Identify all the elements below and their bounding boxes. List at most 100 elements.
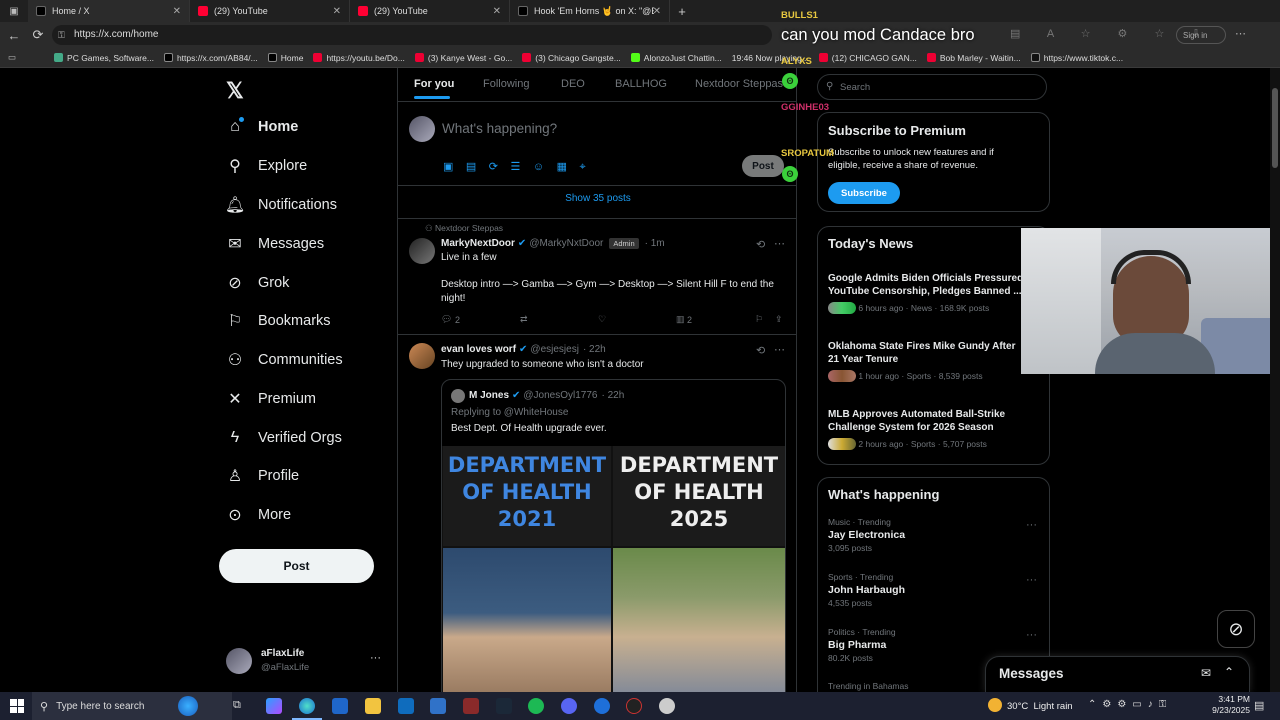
tweet-handle[interactable]: @esjesjesj [530,344,579,355]
like-icon[interactable]: ♡ [598,314,606,325]
url-field[interactable]: ⚿ https://x.com/home [52,25,772,45]
bookmark-item[interactable]: https://www.tiktok.c... [1030,53,1123,63]
meme-image[interactable]: DEPARTMENT OF HEALTH 2021 DEPARTMENT OF … [442,446,785,692]
weather-text[interactable]: 30°C Light rain [1007,701,1073,712]
steam-icon[interactable] [496,698,512,714]
repost-icon[interactable]: ⟲ [756,238,765,251]
search-input[interactable]: Search [840,82,870,93]
app-icon[interactable] [463,698,479,714]
bookmark-item[interactable]: (12) CHICAGO GAN... [818,53,917,63]
retweet-icon[interactable]: ⇄ [520,314,528,325]
clock[interactable]: 3:41 PM 9/23/2025 [1200,694,1250,716]
nav-home[interactable]: ⌂ Home [226,114,298,140]
tweet-handle[interactable]: @MarkyNxtDoor [529,238,603,249]
app-icon[interactable] [594,698,610,714]
tab-following[interactable]: Following [483,78,529,90]
browser-tab[interactable]: (29) YouTube ✕ [190,0,350,22]
tab-ballhog[interactable]: BALLHOG [615,78,667,90]
back-icon[interactable]: ← [2,28,26,43]
browser-tab[interactable]: Hook 'Em Horns 🤘 on X: "@Brick ✕ [510,0,670,22]
compose-message-icon[interactable]: ✉ [1201,666,1211,680]
browser-tab[interactable]: Home / X ✕ [28,0,190,22]
more-icon[interactable]: ··· [1026,519,1037,531]
nav-more[interactable]: ⊙ More [226,502,291,528]
more-icon[interactable]: ··· [1026,574,1037,586]
nav-notifications[interactable]: 🔔︎ Notifications [225,192,337,218]
search-box[interactable]: ⚲ Search [817,74,1047,100]
folder-icon[interactable] [365,698,381,714]
nav-premium[interactable]: ✕ Premium [226,386,316,412]
more-icon[interactable]: ⋯ [774,343,785,356]
close-icon[interactable]: ✕ [333,6,341,17]
browser-tab[interactable]: (29) YouTube ✕ [350,0,510,22]
news-item[interactable]: Google Admits Biden Officials Pressured … [828,272,1028,314]
app-icon[interactable] [430,698,446,714]
system-tray-icons[interactable]: ⌃⚙⚙▭♪⚿ [1088,699,1172,710]
compose-post-button[interactable]: Post [742,155,784,177]
share-icon[interactable]: ⇪ [775,314,783,325]
obs-icon[interactable] [626,698,642,714]
close-icon[interactable]: ✕ [653,6,661,17]
bookmark-folder-icon[interactable]: ▭ [8,52,16,63]
trend-item[interactable]: Sports · Trending John Harbaugh 4,535 post… [828,572,1043,608]
tab-for-you[interactable]: For you [414,78,454,90]
reply-button[interactable]: 💬︎ 2 [441,314,460,325]
nav-communities[interactable]: ⚇ Communities [226,347,343,373]
app-icon[interactable] [659,698,675,714]
nav-profile[interactable]: ♙ Profile [226,463,299,489]
spotify-icon[interactable] [528,698,544,714]
new-tab-button[interactable]: + [670,4,694,19]
signin-button[interactable]: Sign in [1176,26,1226,44]
reload-icon[interactable]: ⟳ [26,27,50,43]
x-logo-icon[interactable]: 𝕏 [226,78,244,104]
page-scrollbar[interactable] [1270,68,1280,692]
subscribe-button[interactable]: Subscribe [828,182,900,204]
tab-deo[interactable]: DEO [561,78,585,90]
bookmark-item[interactable]: Home [267,53,303,63]
close-icon[interactable]: ✕ [173,6,181,17]
close-icon[interactable]: ✕ [493,6,501,17]
views-button[interactable]: ▥ 2 [676,314,692,325]
nav-bookmarks[interactable]: ⚐ Bookmarks [226,308,331,334]
chevron-up-icon[interactable]: ⌃ [1224,665,1234,679]
post-button[interactable]: Post [219,549,374,583]
account-switcher[interactable]: aFlaxLife @aFlaxLife ··· [226,646,386,680]
more-icon[interactable]: ··· [1026,629,1037,641]
nav-messages[interactable]: ✉ Messages [226,231,324,257]
avatar[interactable] [409,343,435,369]
compose-input[interactable]: What's happening? [442,121,557,136]
more-icon[interactable]: ··· [370,652,381,664]
edge-icon[interactable] [299,698,315,714]
discord-icon[interactable] [561,698,577,714]
task-view-icon[interactable]: ⧉ [233,699,249,715]
bookmark-item[interactable]: https://youtu.be/Do... [313,53,405,63]
bookmark-item[interactable]: (3) Kanye West - Go... [414,53,512,63]
repost-icon[interactable]: ⟲ [756,344,765,357]
windows-start-icon[interactable] [10,699,24,713]
news-item[interactable]: Oklahoma State Fires Mike Gundy After 21… [828,340,1028,382]
nav-verified-orgs[interactable]: ϟ Verified Orgs [226,425,342,451]
bookmark-item[interactable]: AlonzoJust Chattin... [630,53,722,63]
copilot-icon[interactable] [266,698,282,714]
tab-actions-icon[interactable]: ▣ [0,6,28,17]
bookmark-item[interactable]: PC Games, Software... [54,53,154,63]
bookmark-icon[interactable]: ⚐ [755,314,763,325]
news-item[interactable]: MLB Approves Automated Ball-Strike Chall… [828,408,1028,450]
more-icon[interactable]: ⋯ [774,237,785,250]
nav-grok[interactable]: ⊘ Grok [226,270,289,296]
store-icon[interactable] [332,698,348,714]
grok-icon[interactable]: ⊘ [1217,610,1255,648]
outlook-icon[interactable] [398,698,414,714]
scrollbar-thumb[interactable] [1272,88,1278,168]
avatar[interactable] [409,238,435,264]
show-new-posts[interactable]: Show 35 posts [398,193,796,204]
tweet-author[interactable]: evan loves worf [441,344,516,355]
notifications-icon[interactable]: ▤ [1254,699,1264,712]
bookmark-item[interactable]: (3) Chicago Gangste... [522,53,621,63]
tweet-time[interactable]: · 1m [645,238,665,249]
trend-item[interactable]: Music · Trending Jay Electronica 3,095 pos… [828,517,1043,553]
more-icon[interactable]: ⋯ [1235,27,1246,40]
nav-explore[interactable]: ⚲ Explore [226,153,307,179]
bookmark-item[interactable]: Bob Marley - Waitin... [926,53,1021,63]
bookmark-item[interactable]: https://x.com/AB84/... [163,53,258,63]
